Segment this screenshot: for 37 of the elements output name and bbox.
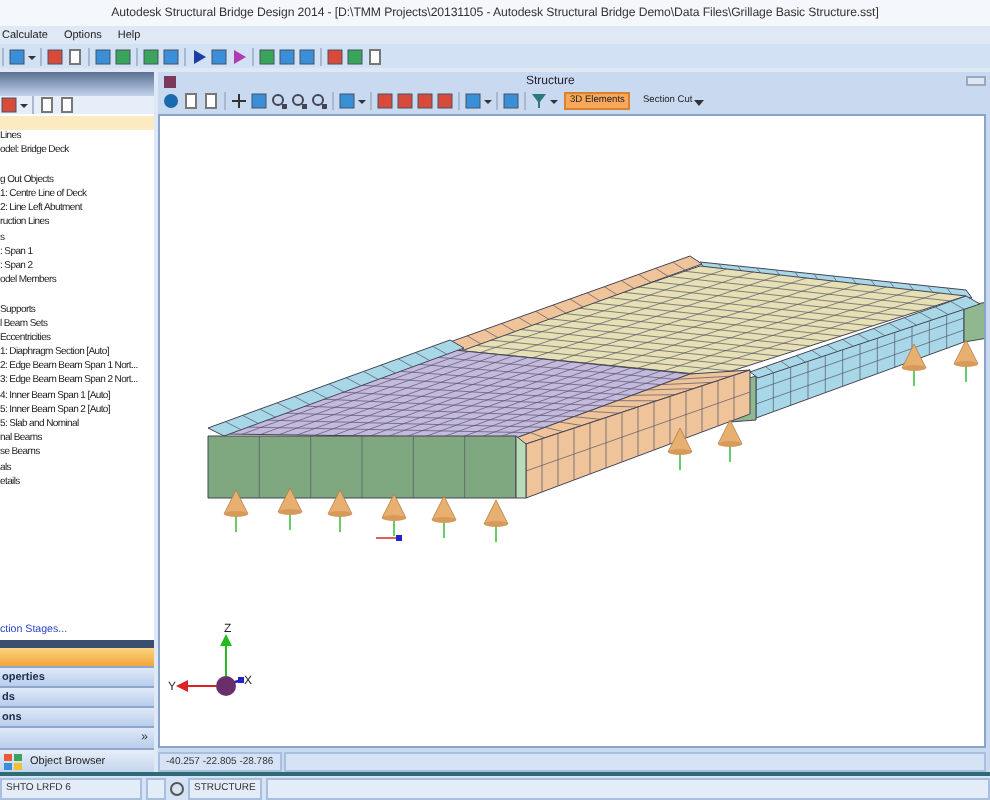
square-icon[interactable] — [46, 47, 64, 65]
magnifier-icon[interactable] — [270, 92, 288, 110]
square-icon[interactable] — [338, 92, 356, 110]
origin-marker-icon — [375, 535, 402, 541]
square-icon[interactable] — [258, 47, 276, 65]
status-field — [146, 777, 166, 799]
square-icon[interactable] — [376, 92, 394, 110]
magnifier-icon[interactable] — [290, 92, 308, 110]
grid-icon — [4, 753, 22, 769]
square-icon[interactable] — [114, 47, 132, 65]
splitter-handle[interactable] — [0, 640, 154, 648]
axis-triad-drawing — [176, 634, 244, 696]
filter-icon[interactable] — [530, 92, 548, 110]
square-icon[interactable] — [326, 47, 344, 65]
square-icon[interactable] — [396, 92, 414, 110]
square-icon[interactable] — [436, 92, 454, 110]
square-icon[interactable] — [464, 92, 482, 110]
caret-icon[interactable] — [694, 95, 705, 107]
square-icon[interactable] — [250, 92, 268, 110]
square-icon[interactable] — [346, 47, 364, 65]
gear-icon[interactable] — [170, 781, 184, 795]
plus-icon[interactable] — [230, 92, 248, 110]
square-icon[interactable] — [502, 92, 520, 110]
square-icon[interactable] — [278, 47, 296, 65]
page-icon[interactable] — [66, 47, 84, 65]
square-icon[interactable] — [8, 47, 26, 65]
magnifier-icon[interactable] — [310, 92, 328, 110]
square-icon[interactable] — [298, 47, 316, 65]
help-icon[interactable] — [162, 92, 180, 110]
square-icon[interactable] — [142, 47, 160, 65]
square-icon[interactable] — [416, 92, 434, 110]
square-icon[interactable] — [162, 47, 180, 65]
square-icon[interactable] — [210, 47, 228, 65]
square-icon[interactable] — [0, 96, 18, 114]
structure-icon — [164, 75, 176, 87]
square-icon[interactable] — [94, 47, 112, 65]
page-icon[interactable] — [366, 47, 384, 65]
